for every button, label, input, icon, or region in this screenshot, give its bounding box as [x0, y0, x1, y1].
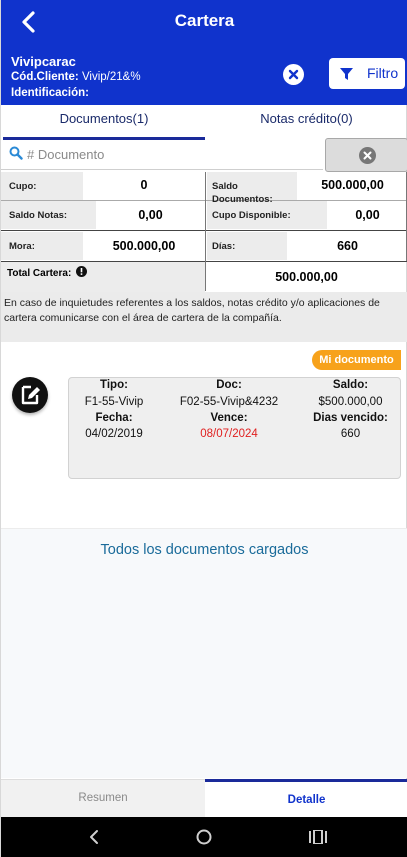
tab-resumen[interactable]: Resumen	[1, 779, 205, 817]
saldo-notas-label: Saldo Notas:	[9, 210, 68, 221]
system-home-icon[interactable]	[196, 829, 212, 845]
app-header: Cartera Vivipcarac Cód.Cliente: Vivip/21…	[1, 0, 407, 105]
load-all-text: Todos los documentos cargados	[100, 542, 309, 558]
system-recents-icon[interactable]	[309, 830, 327, 844]
doc-label: Doc:	[216, 379, 242, 391]
saldo-documentos-label: Saldo Documentos:	[212, 181, 273, 205]
document-card[interactable]: Tipo: F1-55-Vivip Doc: F02-55-Vivip&4232…	[68, 377, 401, 479]
client-code-value: Vivip/21&%	[81, 71, 141, 83]
fecha-value: 04/02/2019	[85, 428, 143, 440]
edit-document-icon	[21, 385, 40, 405]
doc-value: F02-55-Vivip&4232	[179, 396, 279, 408]
vence-value: 08/07/2024	[200, 428, 258, 440]
client-code: Cód.Cliente: Vivip/21&%	[11, 71, 141, 83]
search-bar	[1, 140, 323, 170]
mora-label: Mora:	[9, 241, 35, 252]
load-all-section: Todos los documentos cargados	[1, 528, 407, 778]
filter-icon	[340, 68, 353, 80]
client-code-label: Cód.Cliente:	[11, 71, 79, 83]
close-icon	[288, 69, 299, 80]
tab-notas-credito[interactable]: Notas crédito(0)	[205, 105, 407, 140]
dias-vencido-label: Dias vencido:	[313, 412, 388, 424]
search-icon	[9, 146, 23, 160]
clear-filter-button[interactable]	[283, 64, 304, 85]
dias-value: 660	[337, 239, 358, 253]
cupo-disponible-value: 0,00	[355, 208, 380, 222]
total-cartera-label: Total Cartera:	[7, 266, 88, 279]
fecha-label: Fecha:	[95, 412, 133, 424]
filter-button[interactable]: Filtro	[329, 58, 405, 89]
app-root: Cartera Vivipcarac Cód.Cliente: Vivip/21…	[0, 0, 407, 857]
client-name: Vivipcarac	[11, 54, 76, 69]
edit-document-button[interactable]	[12, 377, 48, 413]
client-identification: Identificación:	[11, 87, 89, 99]
cupo-value: 0	[140, 178, 148, 192]
filter-label: Filtro	[367, 65, 399, 81]
cupo-label: Cupo:	[9, 181, 37, 192]
system-back-icon[interactable]	[87, 829, 101, 845]
vence-label: Vence:	[210, 412, 248, 424]
system-navigation-bar	[1, 817, 407, 857]
info-icon[interactable]	[76, 266, 88, 277]
close-icon	[363, 151, 372, 160]
cupo-disponible-label: Cupo Disponible:	[212, 210, 291, 221]
mi-documento-badge: Mi documento	[312, 350, 401, 370]
identification-label: Identificación:	[11, 87, 89, 99]
page-title: Cartera	[174, 11, 235, 30]
mora-value: 500.000,00	[112, 239, 176, 253]
saldo-notas-value: 0,00	[138, 208, 163, 222]
search-input[interactable]	[27, 143, 317, 165]
saldo-label: Saldo:	[332, 379, 369, 391]
clear-search-button[interactable]	[325, 138, 407, 172]
tab-detalle[interactable]: Detalle	[205, 779, 407, 817]
dias-vencido-value: 660	[340, 428, 361, 440]
dias-label: Días:	[212, 241, 236, 252]
total-cartera-value: 500.000,00	[275, 270, 338, 284]
saldo-value: $500.000,00	[318, 396, 383, 408]
notice-text: En caso de inquietudes referentes a los …	[1, 292, 407, 342]
tipo-label: Tipo:	[100, 379, 128, 391]
tipo-value: F1-55-Vivip	[84, 396, 144, 408]
tab-documentos[interactable]: Documentos(1)	[3, 105, 205, 140]
saldo-documentos-value: 500.000,00	[321, 178, 384, 192]
